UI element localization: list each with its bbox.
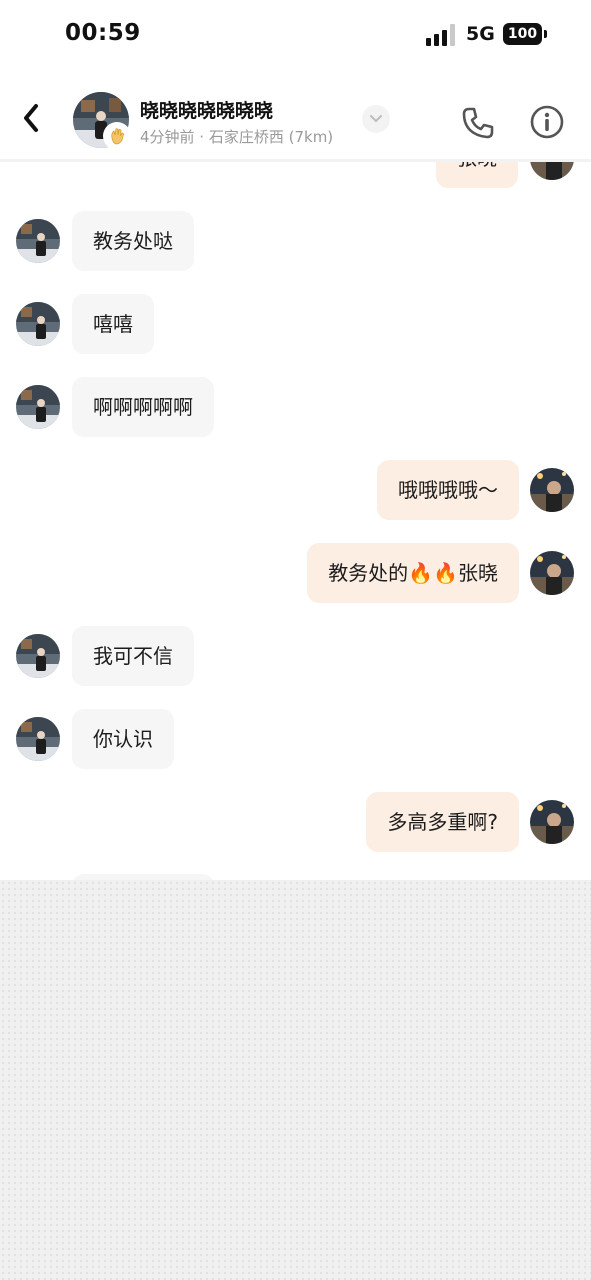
message-row: 教务处哒 bbox=[0, 211, 591, 271]
back-icon bbox=[24, 104, 38, 132]
contact-message-avatar[interactable] bbox=[16, 634, 60, 678]
contact-message-avatar[interactable] bbox=[16, 717, 60, 761]
message-text: 教务处的 bbox=[328, 561, 409, 585]
message-list[interactable]: 张晓 教务处哒 嘻嘻 啊啊啊啊啊 哦哦哦哦～ 教务处的🔥🔥张晓 bbox=[0, 162, 591, 897]
message-bubble[interactable]: 嘻嘻 bbox=[72, 294, 154, 354]
message-bubble[interactable]: 教务处的🔥🔥张晓 bbox=[307, 543, 519, 603]
message-text: 张晓 bbox=[458, 561, 498, 585]
contact-message-avatar[interactable] bbox=[16, 219, 60, 263]
bottom-panel bbox=[0, 880, 591, 1280]
chevron-down-icon bbox=[370, 115, 382, 123]
fire-emoji-icon: 🔥 bbox=[433, 561, 458, 585]
message-bubble[interactable]: 教务处哒 bbox=[72, 211, 194, 271]
chat-header: 晓晓晓晓晓晓晓 4分钟前 · 石家庄桥西 (7km) bbox=[0, 72, 591, 162]
my-avatar[interactable] bbox=[530, 551, 574, 595]
info-button[interactable] bbox=[529, 104, 565, 140]
message-row: 嘻嘻 bbox=[0, 294, 591, 354]
message-bubble[interactable]: 啊啊啊啊啊 bbox=[72, 377, 214, 437]
my-avatar[interactable] bbox=[530, 468, 574, 512]
message-bubble[interactable]: 你认识 bbox=[72, 709, 174, 769]
contact-last-seen-location: 4分钟前 · 石家庄桥西 (7km) bbox=[140, 128, 334, 146]
contact-avatar[interactable] bbox=[73, 92, 131, 150]
message-row: 你认识 bbox=[0, 709, 591, 769]
message-row: 啊啊啊啊啊 bbox=[0, 377, 591, 437]
message-row: 多高多重啊? bbox=[0, 792, 591, 852]
message-row: 教务处的🔥🔥张晓 bbox=[0, 543, 591, 603]
message-bubble[interactable]: 哦哦哦哦～ bbox=[377, 460, 519, 520]
phone-icon bbox=[462, 107, 494, 139]
status-bar: 00:59 5G 100 bbox=[0, 0, 591, 72]
message-row: 我可不信 bbox=[0, 626, 591, 686]
expand-button[interactable] bbox=[362, 105, 390, 133]
info-icon bbox=[530, 105, 564, 139]
message-bubble[interactable]: 我可不信 bbox=[72, 626, 194, 686]
battery-icon: 100 bbox=[503, 23, 547, 45]
my-avatar[interactable] bbox=[530, 800, 574, 844]
message-bubble[interactable]: 张晓 bbox=[436, 162, 518, 188]
call-button[interactable] bbox=[461, 106, 495, 140]
message-bubble[interactable]: 多高多重啊? bbox=[366, 792, 519, 852]
signal-icon bbox=[426, 24, 458, 46]
my-avatar[interactable] bbox=[530, 162, 574, 180]
contact-name: 晓晓晓晓晓晓晓 bbox=[140, 100, 274, 122]
wave-emoji-icon bbox=[103, 122, 131, 150]
fire-emoji-icon: 🔥 bbox=[408, 561, 434, 585]
contact-message-avatar[interactable] bbox=[16, 302, 60, 346]
contact-message-avatar[interactable] bbox=[16, 385, 60, 429]
status-time: 00:59 bbox=[65, 20, 141, 46]
back-button[interactable] bbox=[16, 100, 48, 136]
message-row: 哦哦哦哦～ bbox=[0, 460, 591, 520]
message-row: 张晓 bbox=[0, 162, 591, 188]
network-label: 5G bbox=[466, 23, 495, 45]
